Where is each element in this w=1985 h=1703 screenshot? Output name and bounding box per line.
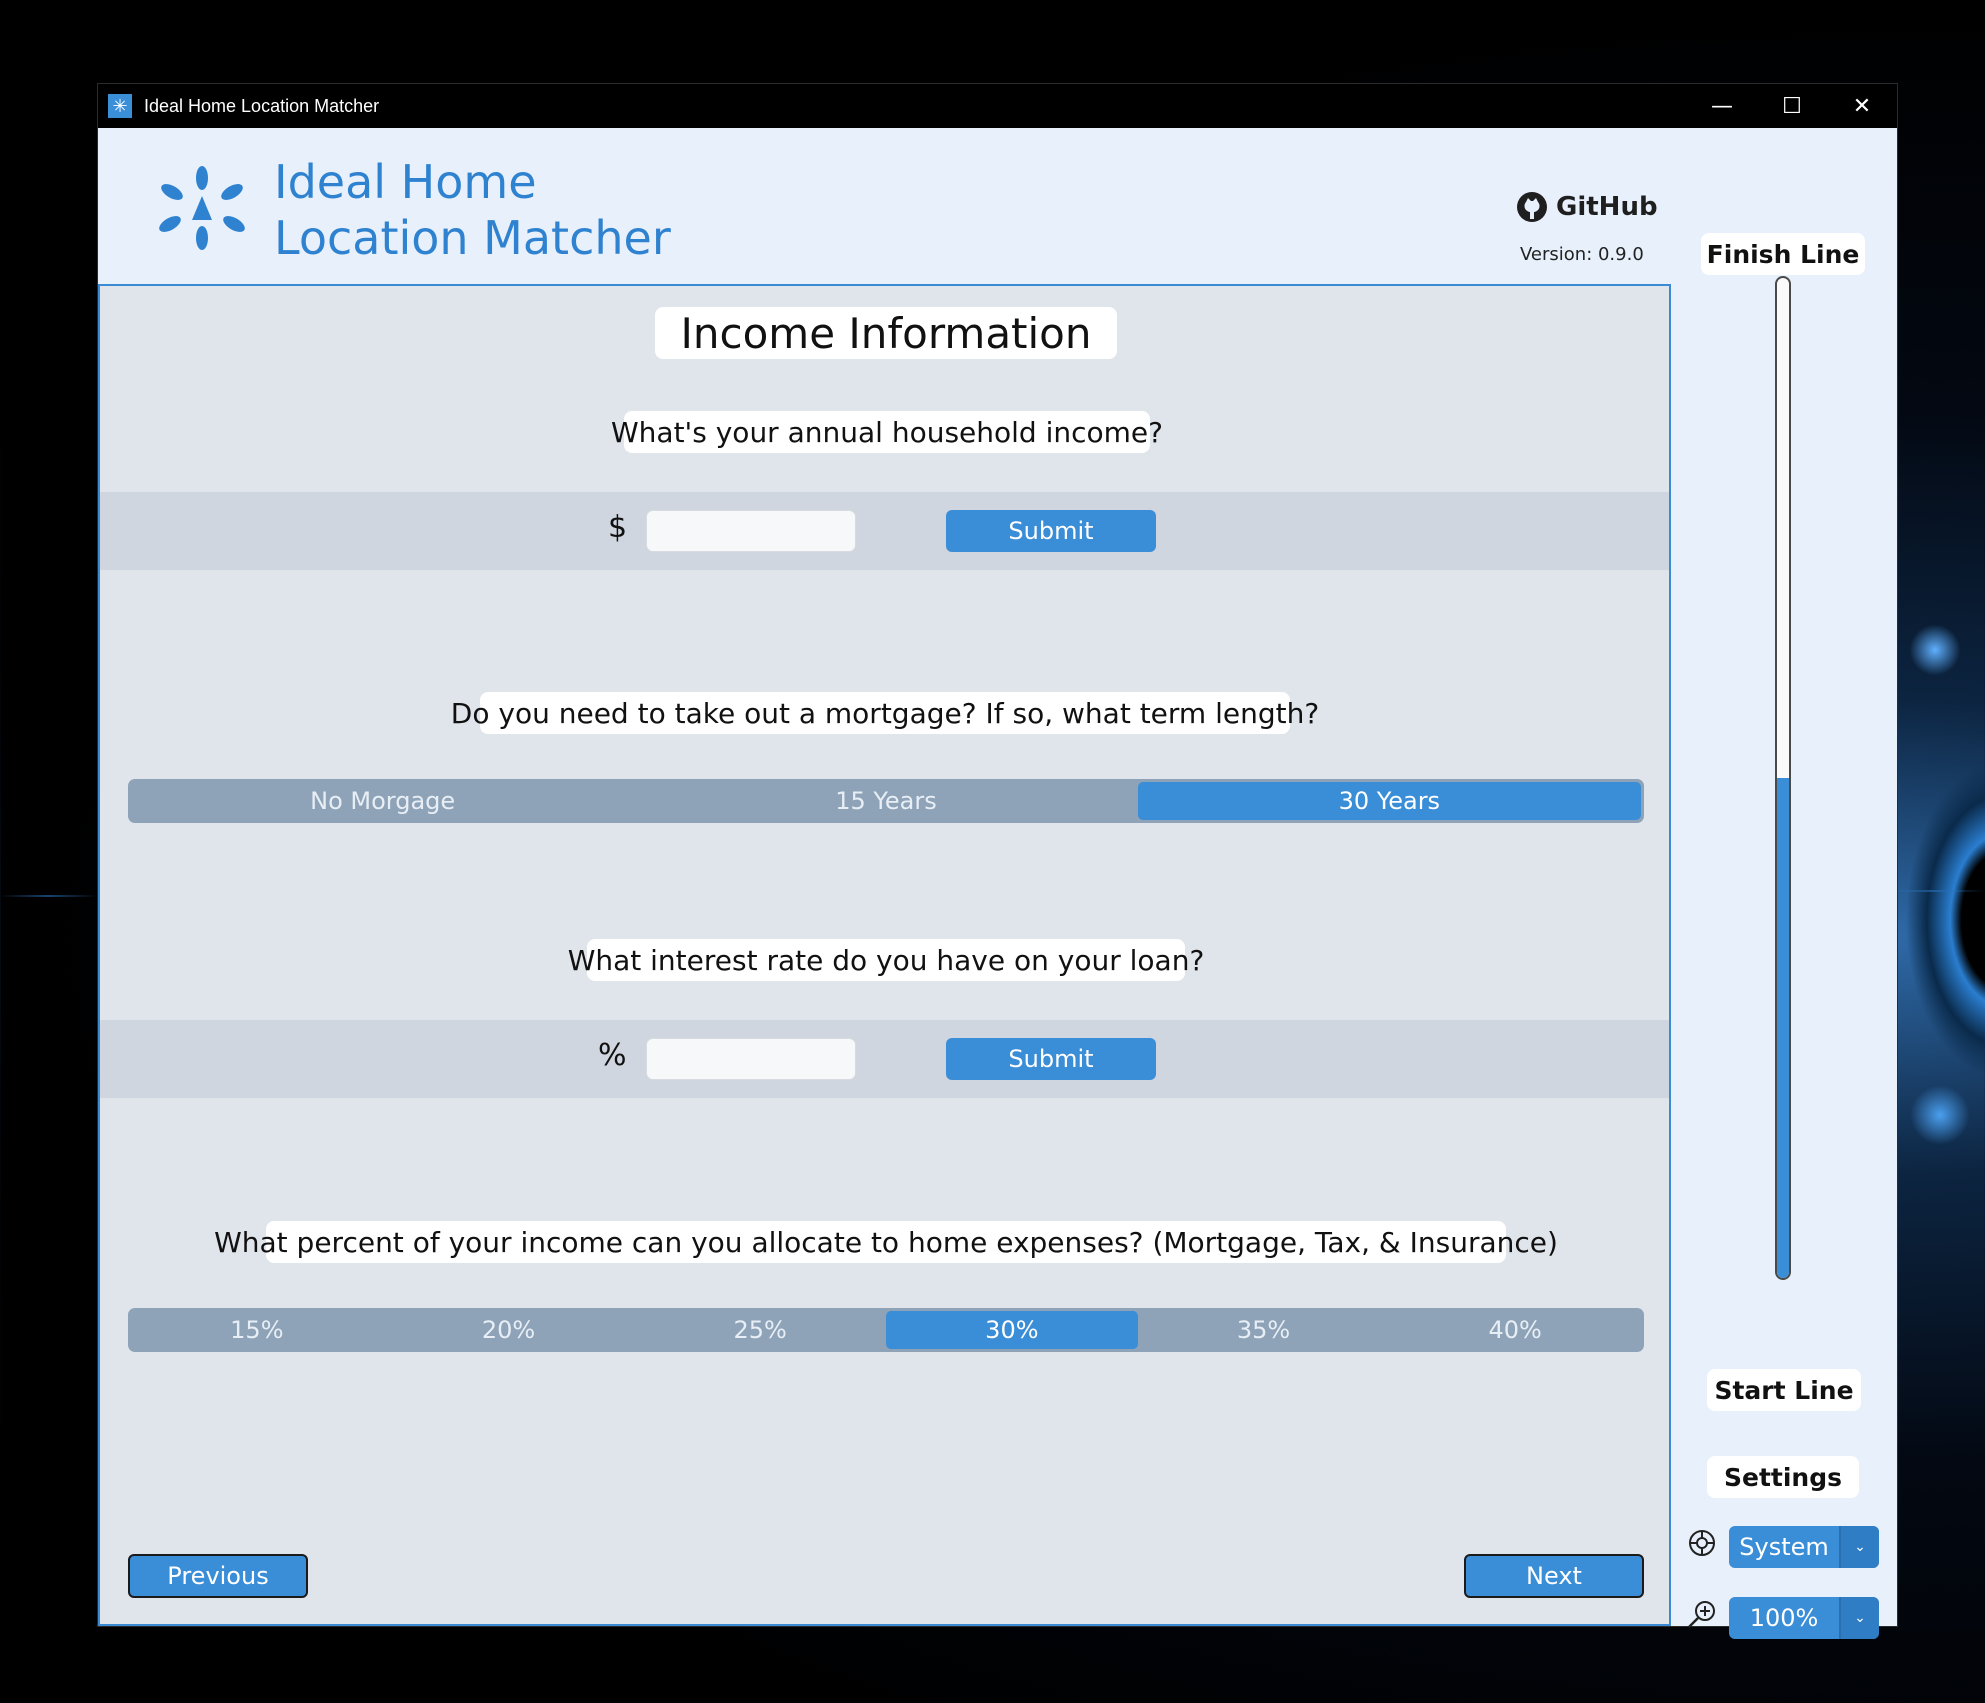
app-header: Ideal Home Location Matcher GitHub Versi… <box>98 128 1671 286</box>
mortgage-option-15[interactable]: 15 Years <box>634 782 1137 820</box>
allocation-option-40[interactable]: 40% <box>1389 1311 1641 1349</box>
mortgage-option-30[interactable]: 30 Years <box>1137 782 1641 820</box>
interest-submit-button[interactable]: Submit <box>946 1038 1156 1080</box>
allocation-option-15[interactable]: 15% <box>131 1311 383 1349</box>
progress-bar <box>1775 276 1791 1280</box>
theme-dropdown[interactable]: System ⌄ <box>1729 1526 1879 1568</box>
mortgage-question: Do you need to take out a mortgage? If s… <box>451 692 1319 734</box>
app-icon: ✳ <box>108 94 132 118</box>
allocation-option-25[interactable]: 25% <box>634 1311 886 1349</box>
github-link[interactable]: GitHub <box>1516 191 1658 223</box>
allocation-selector[interactable]: 15% 20% 25% 30% 35% 40% <box>128 1308 1644 1352</box>
github-icon <box>1517 192 1547 222</box>
dollar-prefix: $ <box>608 510 628 545</box>
zoom-dropdown-value: 100% <box>1749 1604 1819 1632</box>
background-sparkle <box>1905 1080 1975 1150</box>
brand-line-1: Ideal Home <box>274 155 537 209</box>
brand-line-2: Location Matcher <box>274 211 671 265</box>
start-line-label: Start Line <box>1707 1369 1861 1411</box>
income-input[interactable] <box>646 510 856 552</box>
previous-button[interactable]: Previous <box>128 1554 308 1598</box>
logo-icon <box>159 166 245 250</box>
window-title: Ideal Home Location Matcher <box>144 95 380 116</box>
progress-sidebar: Finish Line Start Line Settings System ⌄… <box>1671 128 1897 1639</box>
background-fractal <box>1905 760 1985 1080</box>
minimize-button[interactable]: — <box>1687 84 1757 128</box>
allocation-question: What percent of your income can you allo… <box>214 1221 1558 1263</box>
interest-input[interactable] <box>646 1038 856 1080</box>
income-submit-button[interactable]: Submit <box>946 510 1156 552</box>
maximize-button[interactable]: ☐ <box>1757 84 1827 128</box>
background-sparkle <box>1905 620 1965 680</box>
finish-line-label: Finish Line <box>1701 233 1865 275</box>
theme-dropdown-value: System <box>1739 1533 1829 1561</box>
mortgage-term-selector[interactable]: No Morgage 15 Years 30 Years <box>128 779 1644 823</box>
allocation-option-30[interactable]: 30% <box>886 1311 1138 1349</box>
settings-label: Settings <box>1707 1456 1859 1498</box>
income-input-row: $ Submit <box>100 492 1669 570</box>
app-window: ✳ Ideal Home Location Matcher — ☐ ✕ Idea… <box>97 83 1898 1639</box>
background-streak <box>0 895 97 897</box>
theme-icon <box>1689 1530 1715 1556</box>
version-text: Version: 0.9.0 <box>1520 244 1644 265</box>
chevron-down-icon[interactable]: ⌄ <box>1839 1526 1879 1568</box>
window-controls: — ☐ ✕ <box>1687 84 1897 128</box>
progress-fill <box>1777 778 1789 1278</box>
brand-name: Ideal Home Location Matcher <box>274 154 671 266</box>
github-label: GitHub <box>1556 192 1658 222</box>
next-button[interactable]: Next <box>1464 1554 1644 1598</box>
main-panel: Income Information What's your annual ho… <box>98 286 1671 1626</box>
interest-input-row: % Submit <box>100 1020 1669 1098</box>
interest-question: What interest rate do you have on your l… <box>568 939 1204 981</box>
title-bar[interactable]: ✳ Ideal Home Location Matcher — ☐ ✕ <box>98 84 1897 128</box>
page-title: Income Information <box>655 307 1117 359</box>
income-question: What's your annual household income? <box>611 411 1163 453</box>
chevron-down-icon[interactable]: ⌄ <box>1839 1597 1879 1639</box>
zoom-icon <box>1688 1601 1715 1628</box>
close-button[interactable]: ✕ <box>1827 84 1897 128</box>
percent-prefix: % <box>598 1038 627 1073</box>
allocation-option-20[interactable]: 20% <box>383 1311 635 1349</box>
zoom-dropdown[interactable]: 100% ⌄ <box>1729 1597 1879 1639</box>
allocation-option-35[interactable]: 35% <box>1138 1311 1390 1349</box>
mortgage-option-none[interactable]: No Morgage <box>131 782 634 820</box>
